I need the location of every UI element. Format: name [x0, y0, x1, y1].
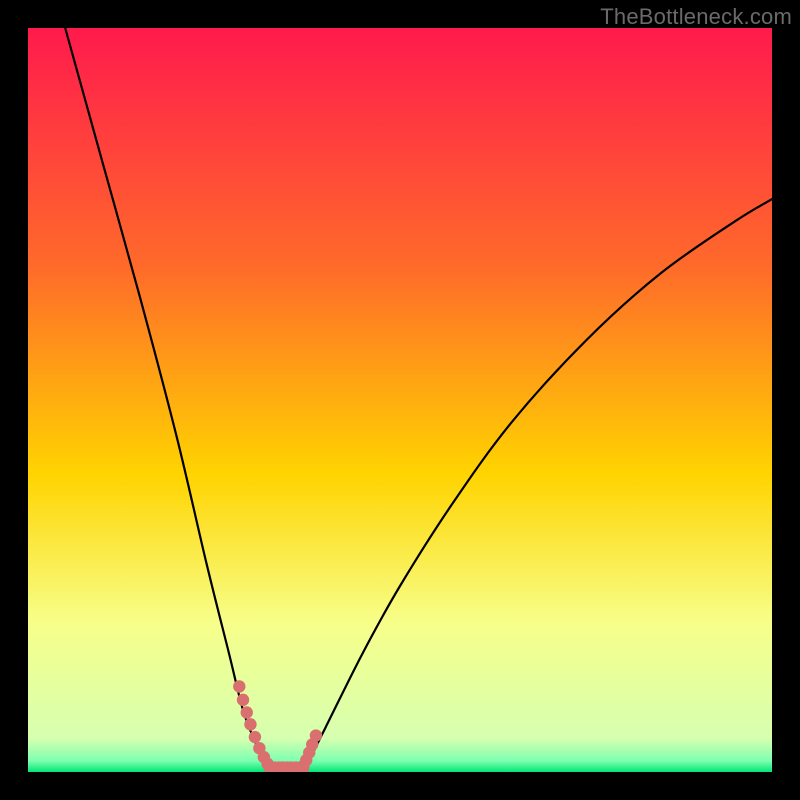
plot-area	[28, 28, 772, 772]
bottleneck-chart	[28, 28, 772, 772]
gradient-background	[28, 28, 772, 772]
chart-frame: TheBottleneck.com	[0, 0, 800, 800]
watermark-label: TheBottleneck.com	[600, 4, 792, 30]
